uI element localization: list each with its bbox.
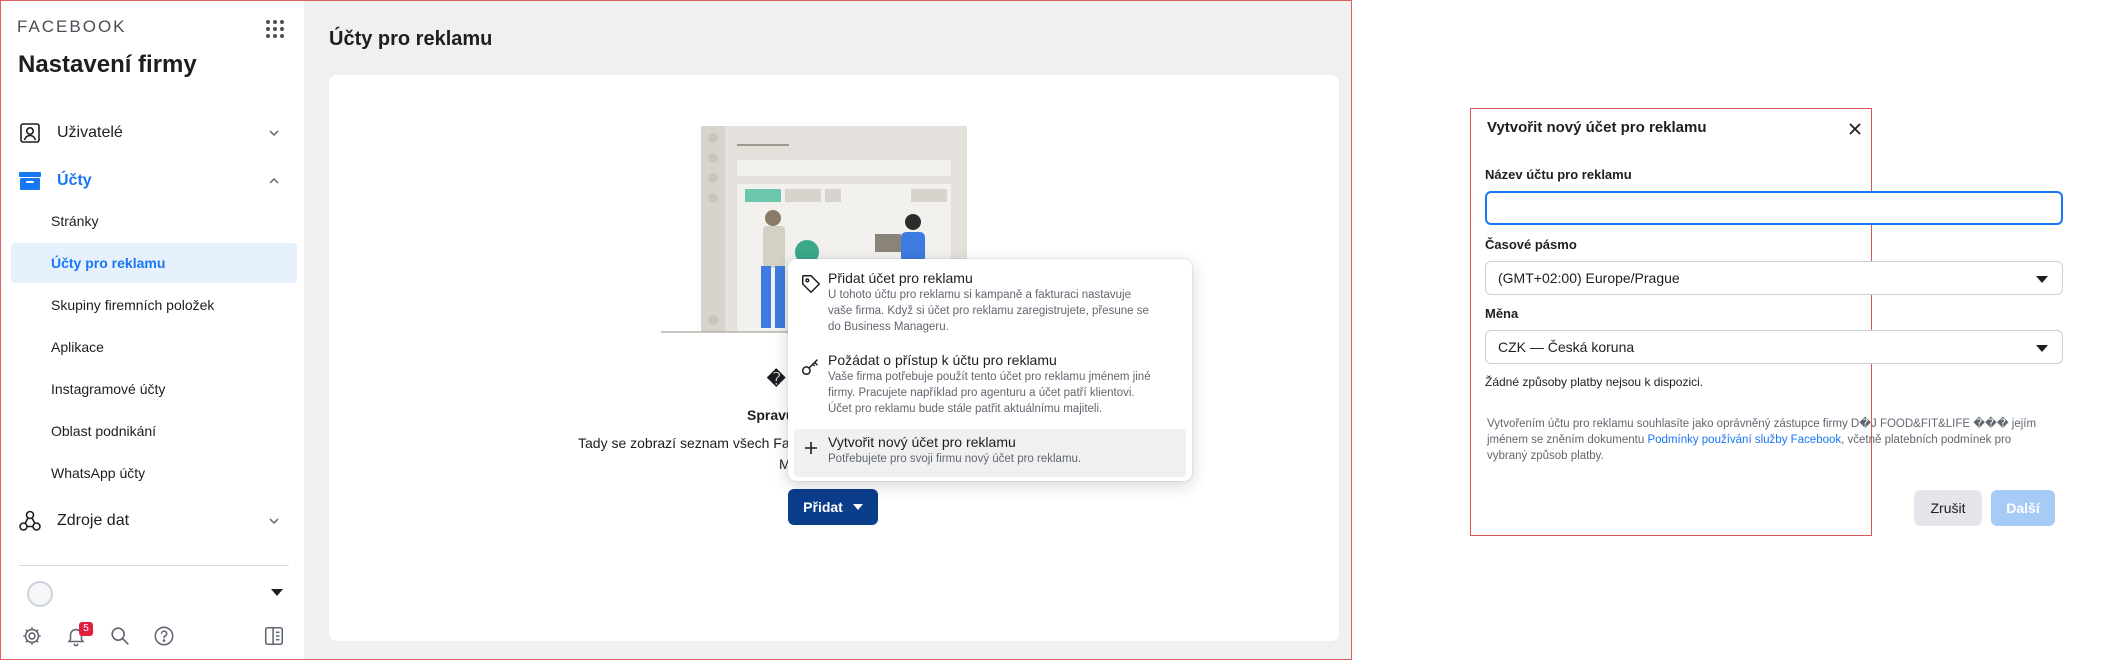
chevron-down-icon [269,518,279,525]
caret-down-icon [2036,276,2048,283]
notification-badge: 5 [79,622,93,636]
search-icon[interactable] [109,625,133,649]
account-name-input[interactable] [1485,191,2063,225]
add-button[interactable]: Přidat [788,489,878,525]
sidebar-item-users[interactable]: Uživatelé [11,113,297,153]
sidebar-subitem-whatsapp-accounts[interactable]: WhatsApp účty [11,453,297,493]
timezone-value: (GMT+02:00) Europe/Prague [1498,270,1680,286]
sidebar-subitem-business-asset-groups[interactable]: Skupiny firemních položek [11,285,297,325]
add-menu: Přidat účet pro reklamu U tohoto účtu pr… [788,259,1192,481]
menu-item-desc: vaše firma. Když si účet pro reklamu zar… [828,305,1149,317]
chevron-up-icon [269,177,279,184]
no-payment-methods-note: Žádné způsoby platby nejsou k dispozici. [1485,375,1704,389]
next-button[interactable]: Další [1991,490,2055,526]
sidebar: FACEBOOK Nastavení firmy Uživatelé Účty … [1,1,304,659]
caret-down-icon [852,504,863,510]
legal-notice: Vytvořením účtu pro reklamu souhlasíte j… [1487,416,2047,464]
cancel-button[interactable]: Zrušit [1914,490,1982,526]
page-heading: Nastavení firmy [18,51,197,78]
business-settings-app: FACEBOOK Nastavení firmy Uživatelé Účty … [0,0,1352,660]
plus-icon [794,429,828,477]
dialog-title: Vytvořit nový účet pro reklamu [1487,119,1707,136]
sidebar-divider [19,565,289,566]
apps-grid-icon[interactable] [265,19,285,39]
main-title: Účty pro reklamu [329,28,493,50]
facebook-logo: FACEBOOK [17,17,127,36]
menu-item-title: Požádat o přístup k účtu pro reklamu [828,352,1057,368]
empty-state-description: Tady se zobrazí seznam všech Fa [578,435,790,451]
help-icon[interactable] [153,625,177,649]
menu-item-desc: U tohoto účtu pro reklamu si kampaně a f… [828,289,1131,301]
chevron-down-icon [269,130,279,137]
currency-select[interactable]: CZK — Česká koruna [1485,330,2063,364]
business-avatar[interactable] [27,581,53,607]
sidebar-subitem-pages[interactable]: Stránky [11,201,297,241]
timezone-select[interactable]: (GMT+02:00) Europe/Prague [1485,261,2063,295]
briefcase-icon [17,168,43,194]
business-switcher-caret[interactable] [271,589,283,596]
close-icon[interactable] [1845,119,1865,139]
timezone-label: Časové pásmo [1485,237,1577,252]
sidebar-item-accounts[interactable]: Účty [11,161,297,201]
sidebar-item-label: Uživatelé [57,124,123,141]
menu-item-desc: Účet pro reklamu bude stále patřit aktuá… [828,403,1103,415]
terms-link[interactable]: Podmínky používání služby Facebook [1647,434,1841,446]
key-icon [794,347,828,421]
empty-state-heading: � [767,369,786,389]
menu-item-title: Přidat účet pro reklamu [828,270,973,286]
data-sources-icon [17,508,43,534]
currency-label: Měna [1485,306,1519,321]
menu-item-create-ad-account[interactable]: Vytvořit nový účet pro reklamu Potřebuje… [794,429,1186,477]
menu-item-desc: do Business Manageru. [828,321,949,333]
create-ad-account-dialog: Vytvořit nový účet pro reklamu Název účt… [1470,108,2063,536]
users-icon [17,120,43,146]
sidebar-toggle-icon[interactable] [263,625,287,649]
menu-item-desc: Potřebujete pro svoji firmu nový účet pr… [828,453,1082,465]
sidebar-subitem-ad-accounts[interactable]: Účty pro reklamu [11,243,297,283]
menu-item-desc: firmy. Pracujete například pro agenturu … [828,387,1135,399]
account-name-label: Název účtu pro reklamu [1485,167,1632,182]
menu-item-desc: Vaše firma potřebuje použít tento účet p… [828,371,1151,383]
sidebar-subitem-instagram-accounts[interactable]: Instagramové účty [11,369,297,409]
sidebar-item-data-sources[interactable]: Zdroje dat [11,501,297,541]
sidebar-item-label: Zdroje dat [57,512,130,529]
menu-item-title: Vytvořit nový účet pro reklamu [828,434,1016,450]
menu-item-add-ad-account[interactable]: Přidat účet pro reklamu U tohoto účtu pr… [794,265,1186,339]
sidebar-subitem-line-of-business[interactable]: Oblast podnikání [11,411,297,451]
tag-icon [794,265,828,339]
menu-item-request-access[interactable]: Požádat o přístup k účtu pro reklamu Vaš… [794,347,1186,421]
currency-value: CZK — Česká koruna [1498,339,1635,355]
sidebar-item-label: Účty [57,172,92,189]
caret-down-icon [2036,345,2048,352]
sidebar-subitem-apps[interactable]: Aplikace [11,327,297,367]
add-button-label: Přidat [803,499,843,515]
settings-gear-icon[interactable] [21,625,45,649]
